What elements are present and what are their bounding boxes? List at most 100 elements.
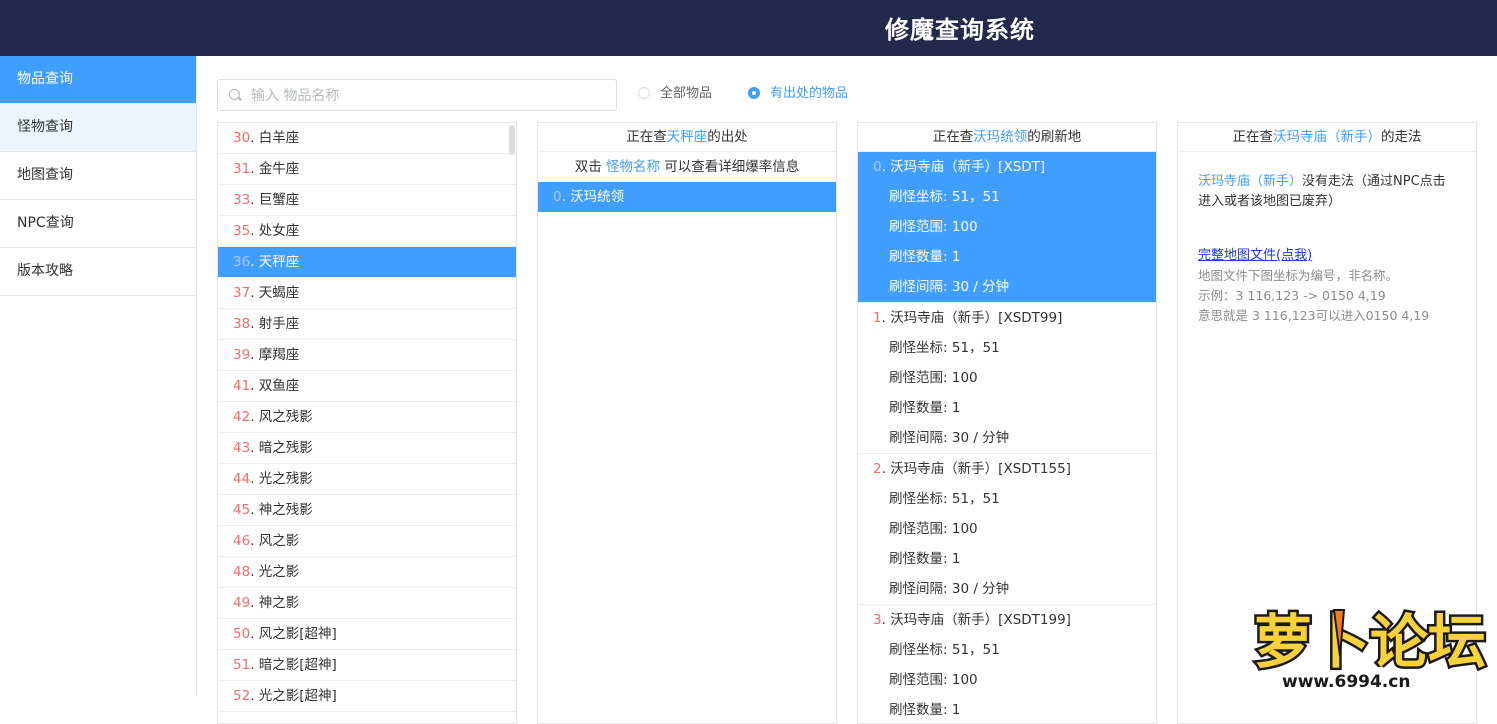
spawn-interval-label: 刷怪间隔: — [889, 279, 948, 295]
spawn-count-line: 刷怪数量: 1 — [858, 695, 1156, 723]
row-number: 44 — [233, 471, 251, 487]
spawn-coord-line: 刷怪坐标: 51，51 — [858, 635, 1156, 665]
sidebar-item-guide[interactable]: 版本攻略 — [0, 248, 196, 296]
item-name: 风之残影 — [258, 409, 313, 425]
item-row[interactable]: 52. 光之影[超神] — [218, 681, 516, 712]
search-input[interactable] — [249, 84, 603, 108]
row-number: 2 — [873, 461, 882, 477]
spawn-map-block[interactable]: 1. 沃玛寺庙（新手）[XSDT99] 刷怪坐标: 51，51 刷怪范围: 100 刷… — [858, 303, 1156, 454]
item-list-panel: 30. 白羊座 31. 金牛座 33. 巨蟹座 35. 处女座 36. 天秤座 37. 天… — [217, 122, 517, 724]
item-row[interactable]: 42. 风之残影 — [218, 402, 516, 433]
spawn-panel: 正在查沃玛统领的刷新地 0. 沃玛寺庙（新手）[XSDT] 刷怪坐标: 51，51… — [857, 122, 1157, 724]
route-map-name: 沃玛寺庙（新手） — [1198, 174, 1303, 189]
spawn-count-label: 刷怪数量: — [889, 702, 948, 718]
item-row[interactable]: 30. 白羊座 — [218, 123, 516, 154]
row-number: 37 — [233, 285, 251, 301]
header-monster-name: 沃玛统领 — [973, 129, 1028, 145]
route-note: 地图文件下图坐标为编号，非名称。 — [1198, 268, 1399, 283]
spawn-range-label: 刷怪范围: — [889, 672, 948, 688]
map-file-link[interactable]: 完整地图文件(点我) — [1198, 246, 1312, 266]
spawn-range-line: 刷怪范围: 100 — [858, 212, 1156, 242]
header-map-name: 沃玛寺庙（新手） — [1273, 129, 1381, 145]
sidebar-item-monster-query[interactable]: 怪物查询 — [0, 104, 196, 152]
spawn-coord-line: 刷怪坐标: 51，51 — [858, 182, 1156, 212]
item-name: 神之残影 — [258, 502, 313, 518]
row-number: 33 — [233, 192, 251, 208]
item-row[interactable]: 38. 射手座 — [218, 309, 516, 340]
header-text: 正在查 — [932, 129, 974, 145]
spawn-count-line: 刷怪数量: 1 — [858, 242, 1156, 272]
spawn-map-line: 0. 沃玛寺庙（新手）[XSDT] — [873, 159, 1046, 175]
spawn-map-block[interactable]: 0. 沃玛寺庙（新手）[XSDT] 刷怪坐标: 51，51 刷怪范围: 100 刷怪数… — [858, 152, 1156, 303]
item-row[interactable]: 48. 光之影 — [218, 557, 516, 588]
item-name: 光之影[超神] — [258, 688, 337, 704]
spawn-count-value: 1 — [951, 702, 961, 718]
row-number: 39 — [233, 347, 251, 363]
row-number: 31 — [233, 161, 251, 177]
item-name: 射手座 — [258, 316, 300, 332]
spawn-map-line: 1. 沃玛寺庙（新手）[XSDT99] — [873, 310, 1063, 326]
spawn-coord-value: 51，51 — [951, 642, 1000, 658]
spawn-map-block[interactable]: 3. 沃玛寺庙（新手）[XSDT199] 刷怪坐标: 51，51 刷怪范围: 100… — [858, 605, 1156, 723]
item-row[interactable]: 37. 天蝎座 — [218, 278, 516, 309]
sidebar-item-npc-query[interactable]: NPC查询 — [0, 200, 196, 248]
item-row[interactable]: 36. 天秤座 — [218, 247, 516, 278]
spawn-range-value: 100 — [951, 521, 978, 537]
header-text: 正在查 — [626, 129, 667, 145]
item-row[interactable]: 44. 光之残影 — [218, 464, 516, 495]
drop-hint: 双击 怪物名称 可以查看详细爆率信息 — [538, 152, 836, 182]
spawn-count-value: 1 — [951, 400, 961, 416]
spawn-range-value: 100 — [951, 219, 978, 235]
item-row[interactable]: 46. 风之影 — [218, 526, 516, 557]
header-text: 的刷新地 — [1027, 129, 1082, 145]
item-name: 天蝎座 — [258, 285, 300, 301]
item-row[interactable]: 43. 暗之残影 — [218, 433, 516, 464]
spawn-range-value: 100 — [951, 370, 978, 386]
item-name: 巨蟹座 — [258, 192, 300, 208]
app-title: 修魔查询系统 — [885, 16, 1035, 44]
row-number: 50 — [233, 626, 251, 642]
item-row[interactable]: 49. 神之影 — [218, 588, 516, 619]
row-number: 46 — [233, 533, 251, 549]
spawn-map-line: 2. 沃玛寺庙（新手）[XSDT155] — [873, 461, 1071, 477]
item-row[interactable]: 41. 双鱼座 — [218, 371, 516, 402]
item-row[interactable]: 35. 处女座 — [218, 216, 516, 247]
spawn-coord-value: 51，51 — [951, 189, 1000, 205]
sidebar-item-item-query[interactable]: 物品查询 — [0, 56, 196, 104]
spawn-coord-line: 刷怪坐标: 51，51 — [858, 484, 1156, 514]
item-name: 神之影 — [258, 595, 300, 611]
spawn-map-line: 3. 沃玛寺庙（新手）[XSDT199] — [873, 612, 1071, 628]
header-text: 正在查 — [1232, 129, 1274, 145]
item-name: 光之影 — [258, 564, 300, 580]
scrollbar-thumb[interactable] — [509, 125, 515, 155]
item-name: 金牛座 — [258, 161, 300, 177]
spawn-coord-label: 刷怪坐标: — [889, 491, 948, 507]
spawn-map-name: 沃玛寺庙（新手）[XSDT155] — [890, 461, 1071, 477]
spawn-interval-label: 刷怪间隔: — [889, 430, 948, 446]
item-row[interactable]: 45. 神之残影 — [218, 495, 516, 526]
spawn-panel-header: 正在查沃玛统领的刷新地 — [858, 123, 1156, 152]
spawn-count-line: 刷怪数量: 1 — [858, 393, 1156, 423]
item-row[interactable]: 33. 巨蟹座 — [218, 185, 516, 216]
row-number: 36 — [233, 254, 251, 270]
item-row[interactable]: 31. 金牛座 — [218, 154, 516, 185]
spawn-interval-value: 30 / 分钟 — [951, 430, 1010, 446]
item-row[interactable]: 39. 摩羯座 — [218, 340, 516, 371]
spawn-map-block[interactable]: 2. 沃玛寺庙（新手）[XSDT155] 刷怪坐标: 51，51 刷怪范围: 100… — [858, 454, 1156, 605]
item-row[interactable]: 51. 暗之影[超神] — [218, 650, 516, 681]
row-number: 48 — [233, 564, 251, 580]
logo-url-text: www.6994.cn — [1282, 672, 1410, 692]
item-name: 双鱼座 — [258, 378, 300, 394]
header-text: 的出处 — [707, 129, 748, 145]
row-number: 0 — [873, 159, 882, 175]
item-row[interactable]: 50. 风之影[超神] — [218, 619, 516, 650]
route-text: 沃玛寺庙（新手）没有走法（通过NPC点击进入或者该地图已废弃） — [1198, 172, 1456, 212]
spawn-coord-value: 51，51 — [951, 491, 1000, 507]
sidebar: 物品查询 怪物查询 地图查询 NPC查询 版本攻略 — [0, 56, 197, 695]
hint-text: 可以查看详细爆率信息 — [664, 159, 800, 175]
logo-lettering: 萝卜论坛 www.6994.cn — [1252, 606, 1489, 693]
spawn-interval-line: 刷怪间隔: 30 / 分钟 — [858, 272, 1156, 302]
sidebar-item-map-query[interactable]: 地图查询 — [0, 152, 196, 200]
item-name: 摩羯座 — [258, 347, 300, 363]
monster-row[interactable]: 0. 沃玛统领 — [538, 182, 836, 212]
